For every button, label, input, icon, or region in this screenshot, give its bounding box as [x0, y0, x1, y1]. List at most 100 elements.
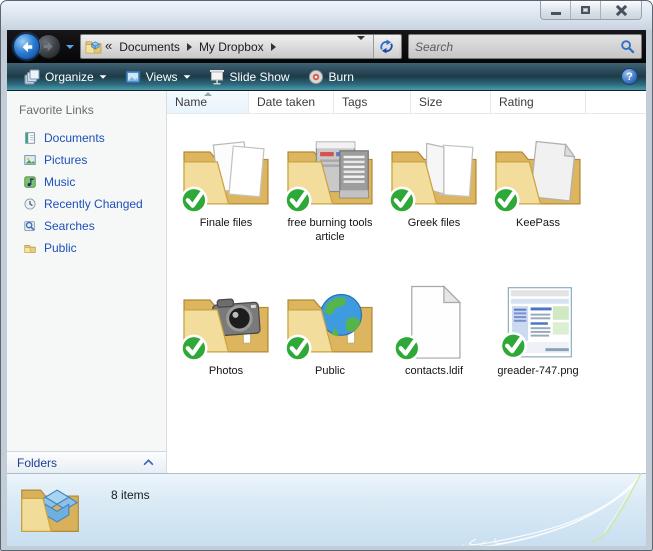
searches-icon [23, 219, 37, 233]
sidebar-item-recently-changed[interactable]: Recently Changed [7, 193, 166, 215]
column-label: Date taken [257, 95, 315, 109]
file-name-label: Public [315, 364, 345, 378]
file-item[interactable]: Finale files [175, 120, 277, 260]
navigation-pane: Favorite Links Documents Pictures [7, 91, 167, 473]
folder-icon [283, 120, 377, 215]
burn-disc-icon [308, 69, 324, 85]
recently-changed-icon [23, 197, 37, 211]
sort-ascending-icon [204, 92, 212, 96]
file-item[interactable]: KeePass [487, 120, 589, 260]
documents-icon [23, 131, 37, 145]
views-label: Views [146, 70, 178, 84]
search-icon[interactable] [620, 39, 635, 54]
breadcrumb-item-my-dropbox[interactable]: My Dropbox [194, 40, 269, 54]
breadcrumb-overflow-chevron[interactable]: « [102, 38, 114, 55]
recent-pages-dropdown[interactable] [66, 45, 74, 49]
forward-arrow-icon [42, 40, 55, 53]
refresh-button[interactable] [373, 35, 399, 58]
column-header-name[interactable]: Name [167, 91, 249, 113]
sidebar-item-label: Recently Changed [44, 197, 143, 211]
dropbox-folder-icon [85, 39, 102, 54]
file-name-label: contacts.ldif [405, 364, 463, 378]
command-toolbar: Organize Views Slide Show [7, 63, 646, 91]
column-header-rating[interactable]: Rating [491, 91, 586, 113]
folder-icon [491, 120, 585, 215]
sync-ok-badge [286, 188, 311, 213]
search-box[interactable] [408, 34, 642, 59]
folder-icon [387, 120, 481, 215]
close-button[interactable] [601, 1, 641, 19]
file-item[interactable]: Public [279, 268, 381, 408]
slide-show-button[interactable]: Slide Show [200, 65, 299, 89]
column-label: Tags [342, 95, 367, 109]
search-input[interactable] [415, 40, 620, 54]
column-header-date-taken[interactable]: Date taken [249, 91, 334, 113]
sidebar-item-documents[interactable]: Documents [7, 127, 166, 149]
back-arrow-icon [20, 40, 34, 54]
details-pane: 8 items [7, 473, 646, 546]
column-header-filler [586, 91, 646, 113]
sync-ok-badge [286, 336, 311, 361]
sidebar-item-label: Pictures [44, 153, 87, 167]
sidebar-item-pictures[interactable]: Pictures [7, 149, 166, 171]
file-name-label: Photos [209, 364, 243, 378]
chevron-down-icon [183, 75, 190, 78]
maximize-button[interactable] [571, 1, 601, 19]
sync-ok-badge [182, 188, 207, 213]
breadcrumb-item-documents[interactable]: Documents [114, 40, 185, 54]
document-icon [387, 268, 481, 363]
sidebar-item-searches[interactable]: Searches [7, 215, 166, 237]
sync-ok-badge [395, 336, 420, 361]
help-button[interactable]: ? [621, 68, 638, 85]
file-grid: Finale files [167, 114, 646, 473]
titlebar[interactable] [1, 1, 652, 30]
sync-ok-badge [501, 333, 526, 358]
column-header-size[interactable]: Size [411, 91, 491, 113]
sync-ok-badge [390, 188, 415, 213]
favorite-links-header: Favorite Links [7, 99, 166, 127]
file-item[interactable]: contacts.ldif [383, 268, 485, 408]
maximize-icon [581, 6, 590, 14]
sidebar-item-music[interactable]: Music [7, 171, 166, 193]
folders-band[interactable]: Folders [7, 451, 166, 473]
chevron-down-icon [99, 75, 106, 78]
file-name-label: free burning tools article [280, 216, 380, 245]
explorer-window: « Documents My Dropbox [0, 0, 653, 551]
pictures-icon [23, 153, 37, 167]
file-list-area: Name Date taken Tags Size Rating [167, 91, 646, 473]
address-bar[interactable]: « Documents My Dropbox [80, 34, 402, 59]
organize-label: Organize [45, 70, 94, 84]
organize-icon [24, 69, 40, 85]
column-label: Name [175, 95, 207, 109]
help-icon: ? [626, 71, 633, 83]
public-folder-icon [23, 241, 37, 255]
minimize-button[interactable] [541, 1, 571, 19]
sidebar-item-label: Searches [44, 219, 95, 233]
file-name-label: greader-747.png [497, 364, 578, 378]
breadcrumb-separator-icon[interactable] [271, 43, 276, 51]
minimize-icon [551, 12, 561, 15]
sidebar-item-label: Public [44, 241, 77, 255]
column-label: Rating [499, 95, 534, 109]
folders-label: Folders [17, 456, 57, 470]
back-button[interactable] [13, 33, 40, 60]
file-name-label: KeePass [516, 216, 560, 230]
views-button[interactable]: Views [116, 65, 200, 89]
sync-ok-badge [494, 188, 519, 213]
music-icon [23, 175, 37, 189]
sidebar-item-public[interactable]: Public [7, 237, 166, 259]
slide-show-icon [209, 69, 225, 85]
views-icon [125, 70, 141, 84]
breadcrumb-separator-icon[interactable] [187, 43, 192, 51]
column-headers: Name Date taken Tags Size Rating [167, 91, 646, 114]
file-item[interactable]: Photos [175, 268, 277, 408]
address-history-dropdown[interactable] [351, 40, 371, 54]
column-header-tags[interactable]: Tags [334, 91, 411, 113]
sidebar-item-label: Music [44, 175, 75, 189]
file-item[interactable]: Greek files [383, 120, 485, 260]
organize-button[interactable]: Organize [15, 65, 116, 89]
main-area: Favorite Links Documents Pictures [7, 91, 646, 473]
file-item[interactable]: free burning tools article [279, 120, 381, 260]
file-item[interactable]: greader-747.png [487, 268, 589, 408]
burn-button[interactable]: Burn [299, 65, 363, 89]
